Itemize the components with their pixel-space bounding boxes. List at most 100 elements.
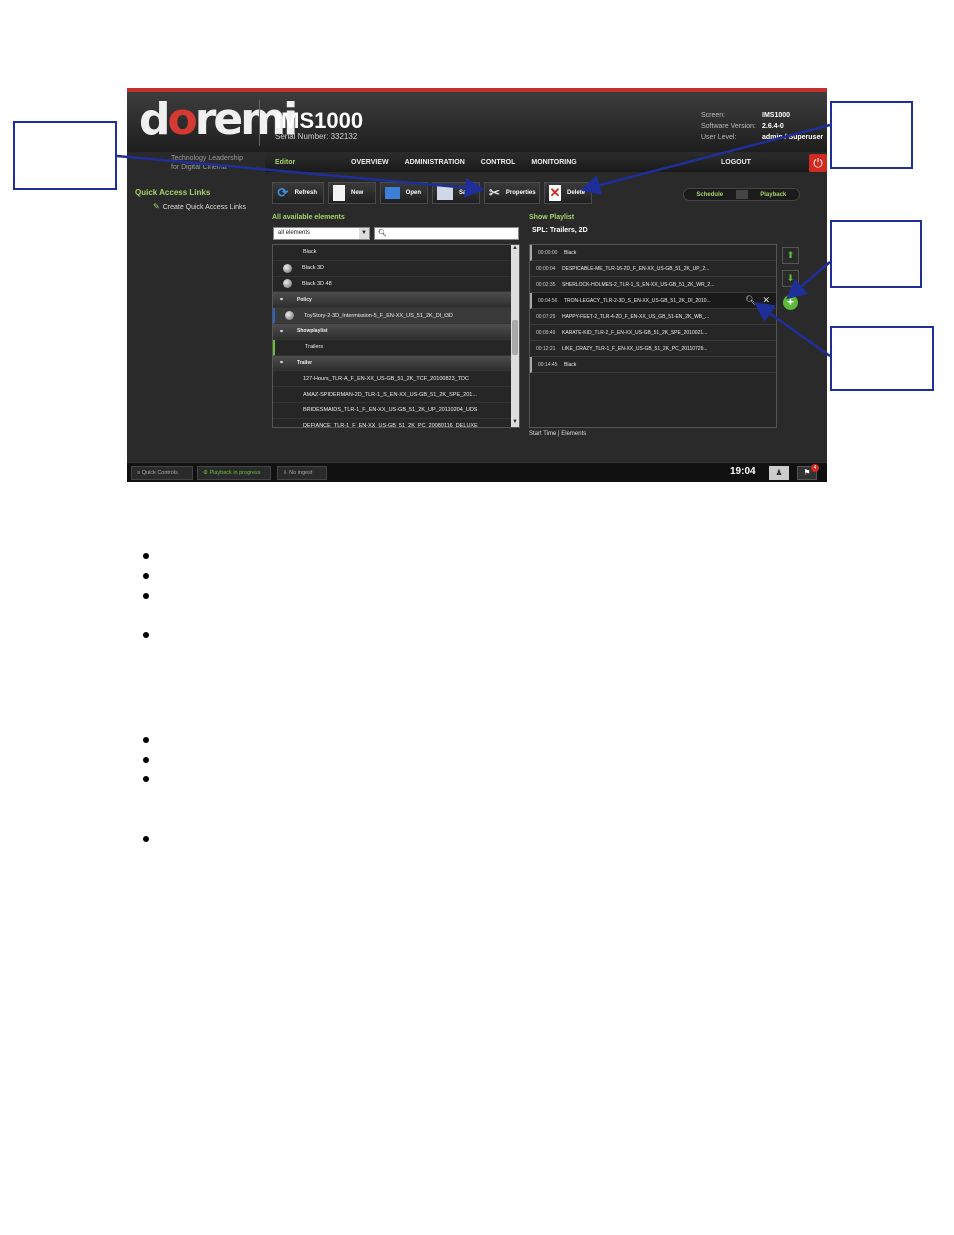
scroll-up-icon[interactable]: ▲ xyxy=(511,245,519,253)
schedule-option[interactable]: Schedule xyxy=(684,192,736,198)
playlist-row[interactable]: 00:09:49 KARATE-KID_TLR-2_F_EN-XX_US-GB_5… xyxy=(530,325,776,341)
bullet xyxy=(143,573,149,579)
list-item[interactable]: 127-Hours_TLR-A_F_EN-XX_US-GB_51_2K_TCF_… xyxy=(273,371,519,388)
playlist-row[interactable]: 00:12:21 LIKE_CRAZY_TLR-1_F_EN-XX_US-GB_5… xyxy=(530,341,776,357)
move-up-icon[interactable]: ⬆ xyxy=(782,247,799,264)
open-button[interactable]: Open xyxy=(380,182,428,204)
quick-controls-button[interactable]: ≡ Quick Controls xyxy=(131,466,193,480)
remove-icon[interactable]: ✕ xyxy=(762,295,770,306)
bullet xyxy=(143,757,149,763)
doremi-logo: doremi xyxy=(139,94,298,145)
info-row: User Level: admin / Superuser xyxy=(701,132,823,143)
start-time: 00:09:49 xyxy=(536,329,556,336)
callout-box-2 xyxy=(830,101,913,169)
mode-toggle[interactable]: Schedule Playback xyxy=(683,188,800,201)
delete-label: Delete xyxy=(566,190,585,196)
ingest-status-button[interactable]: ⇩ No ingest xyxy=(277,466,327,480)
info-value: admin / Superuser xyxy=(762,134,824,141)
add-icon[interactable]: + xyxy=(783,295,798,310)
playlist-row[interactable]: 00:04:56 TRON-LEGACY_TLR-2-3D_S_EN-XX_US-… xyxy=(530,293,776,309)
callout-box-4 xyxy=(830,326,934,391)
group-icon: ⚭ xyxy=(279,297,285,304)
save-button[interactable]: Save xyxy=(432,182,480,204)
ims-screenshot: doremi IMS1000 Serial Number: 332132 Scr… xyxy=(127,88,827,482)
nav-overview[interactable]: OVERVIEW xyxy=(343,154,397,172)
new-button[interactable]: New xyxy=(328,182,376,204)
group-header[interactable]: ⚭ Trailer xyxy=(273,355,519,372)
notification-badge: 4 xyxy=(811,464,819,472)
bullet xyxy=(143,836,149,842)
list-item[interactable]: Black xyxy=(273,245,519,261)
nav-administration[interactable]: ADMINISTRATION xyxy=(397,154,473,172)
group-header[interactable]: ⚭ Showplaylist xyxy=(273,323,519,340)
list-item-label: Showplaylist xyxy=(297,328,328,335)
list-item[interactable]: Black 3D 48 xyxy=(273,277,519,293)
power-icon[interactable]: ⏻ xyxy=(809,154,827,172)
playlist-row[interactable]: 00:00:04 DESPICABLE-ME_TLR-16-2D_F_EN-XX_… xyxy=(530,261,776,277)
available-elements-list: Black Black 3D Black 3D 48 ⚭ Policy ToyStory-… xyxy=(272,244,520,428)
list-item[interactable]: ToyStory-2-3D_Intermission-5_F_EN-XX_US_… xyxy=(273,308,519,324)
chevron-down-icon: ▼ xyxy=(359,228,369,239)
search-input[interactable]: 🔍︎ xyxy=(374,227,519,240)
playlist-row[interactable]: 00:07:29 HAPPY-FEET-2_TLR-4-2D_F_EN-XX_US… xyxy=(530,309,776,325)
save-icon xyxy=(437,186,453,200)
nav-control[interactable]: CONTROL xyxy=(473,154,524,172)
playlist-row[interactable]: 00:02:35 SHERLOCK-HOLMES-2_TLR-1_S_EN-XX_… xyxy=(530,277,776,293)
start-time: 00:14:45 xyxy=(538,361,558,368)
nav-monitoring[interactable]: MONITORING xyxy=(523,154,584,172)
element-name: DESPICABLE-ME_TLR-16-2D_F_EN-XX_US-GB_51… xyxy=(562,265,710,272)
list-item-label: Trailer xyxy=(297,359,313,366)
info-key: Software Version: xyxy=(701,123,756,130)
list-item[interactable]: DEFIANCE_TLR-1_F_EN-XX_US-GB_51_2K_PC_20… xyxy=(273,419,519,427)
start-time: 00:12:21 xyxy=(536,345,556,352)
element-name: KARATE-KID_TLR-2_F_EN-XX_US-GB_51_2K_SPE… xyxy=(562,329,708,336)
scroll-down-icon[interactable]: ▼ xyxy=(511,419,519,427)
cpl-disc-icon xyxy=(285,311,294,321)
playlist-side-buttons: ⬆ ⬇ xyxy=(782,247,799,287)
refresh-button[interactable]: ⟳ Refresh xyxy=(272,182,324,204)
element-name: Black xyxy=(564,361,577,368)
info-key: User Level: xyxy=(701,134,737,141)
start-time: 00:02:35 xyxy=(536,281,556,288)
link-icon: ✎ xyxy=(153,202,160,211)
playlist-row[interactable]: 00:14:45 Black xyxy=(530,357,776,373)
list-item-label: Black 3D 48 xyxy=(302,280,332,287)
bullet xyxy=(143,553,149,559)
list-item-label: Policy xyxy=(297,296,312,303)
logout-link[interactable]: LOGOUT xyxy=(713,154,759,172)
playlist-row[interactable]: 00:00:00 Black xyxy=(530,245,776,261)
search-icon[interactable]: 🔍︎ xyxy=(745,295,756,306)
list-item[interactable]: AMAZ-SPIDERMAN-2D_TLR-1_S_EN-XX_US-GB_51… xyxy=(273,387,519,403)
flag-icon[interactable]: ⚑ 4 xyxy=(797,464,819,480)
list-item[interactable]: BRIDESMAIDS_TLR-1_F_EN-XX_US-GB_51_2K_UP… xyxy=(273,403,519,419)
new-document-icon xyxy=(333,185,345,201)
refresh-label: Refresh xyxy=(294,190,317,196)
group-header[interactable]: ⚭ Policy xyxy=(273,292,519,309)
start-time: 00:04:56 xyxy=(538,297,558,304)
info-key: Screen: xyxy=(701,112,726,119)
element-name: Black xyxy=(564,249,577,256)
playback-status-label: Playback in progress xyxy=(209,470,261,476)
move-down-icon[interactable]: ⬇ xyxy=(782,270,799,287)
list-item[interactable]: Black 3D xyxy=(273,261,519,277)
list-item-label: BRIDESMAIDS_TLR-1_F_EN-XX_US-GB_51_2K_UP… xyxy=(303,407,478,414)
scrollbar[interactable]: ▲ ▼ xyxy=(511,245,519,427)
info-row: Software Version: 2.6.4-0 xyxy=(701,121,823,132)
create-quick-access-link[interactable]: ✎ Create Quick Access Links xyxy=(153,202,246,211)
nav-editor[interactable]: Editor xyxy=(265,154,343,172)
scroll-thumb[interactable] xyxy=(512,320,518,355)
open-label: Open xyxy=(405,190,421,196)
element-filter-select[interactable]: all elements ▼ xyxy=(273,227,370,240)
quick-access-sidebar: Quick Access Links ✎ Create Quick Access … xyxy=(127,184,265,464)
filter-value: all elements xyxy=(278,230,311,236)
playback-status-button[interactable]: ⚙ Playback in progress xyxy=(197,466,271,480)
user-icon[interactable]: ♟ xyxy=(769,466,789,480)
cpl-disc-icon xyxy=(283,263,292,273)
list-item[interactable]: Trailers xyxy=(273,339,519,356)
list-item-label: Black 3D xyxy=(302,265,325,272)
properties-button[interactable]: ✂ Properties xyxy=(484,182,540,204)
bullet xyxy=(143,737,149,743)
delete-button[interactable]: ✕ Delete xyxy=(544,182,592,204)
playback-option[interactable]: Playback xyxy=(748,192,800,198)
new-label: New xyxy=(351,190,364,196)
